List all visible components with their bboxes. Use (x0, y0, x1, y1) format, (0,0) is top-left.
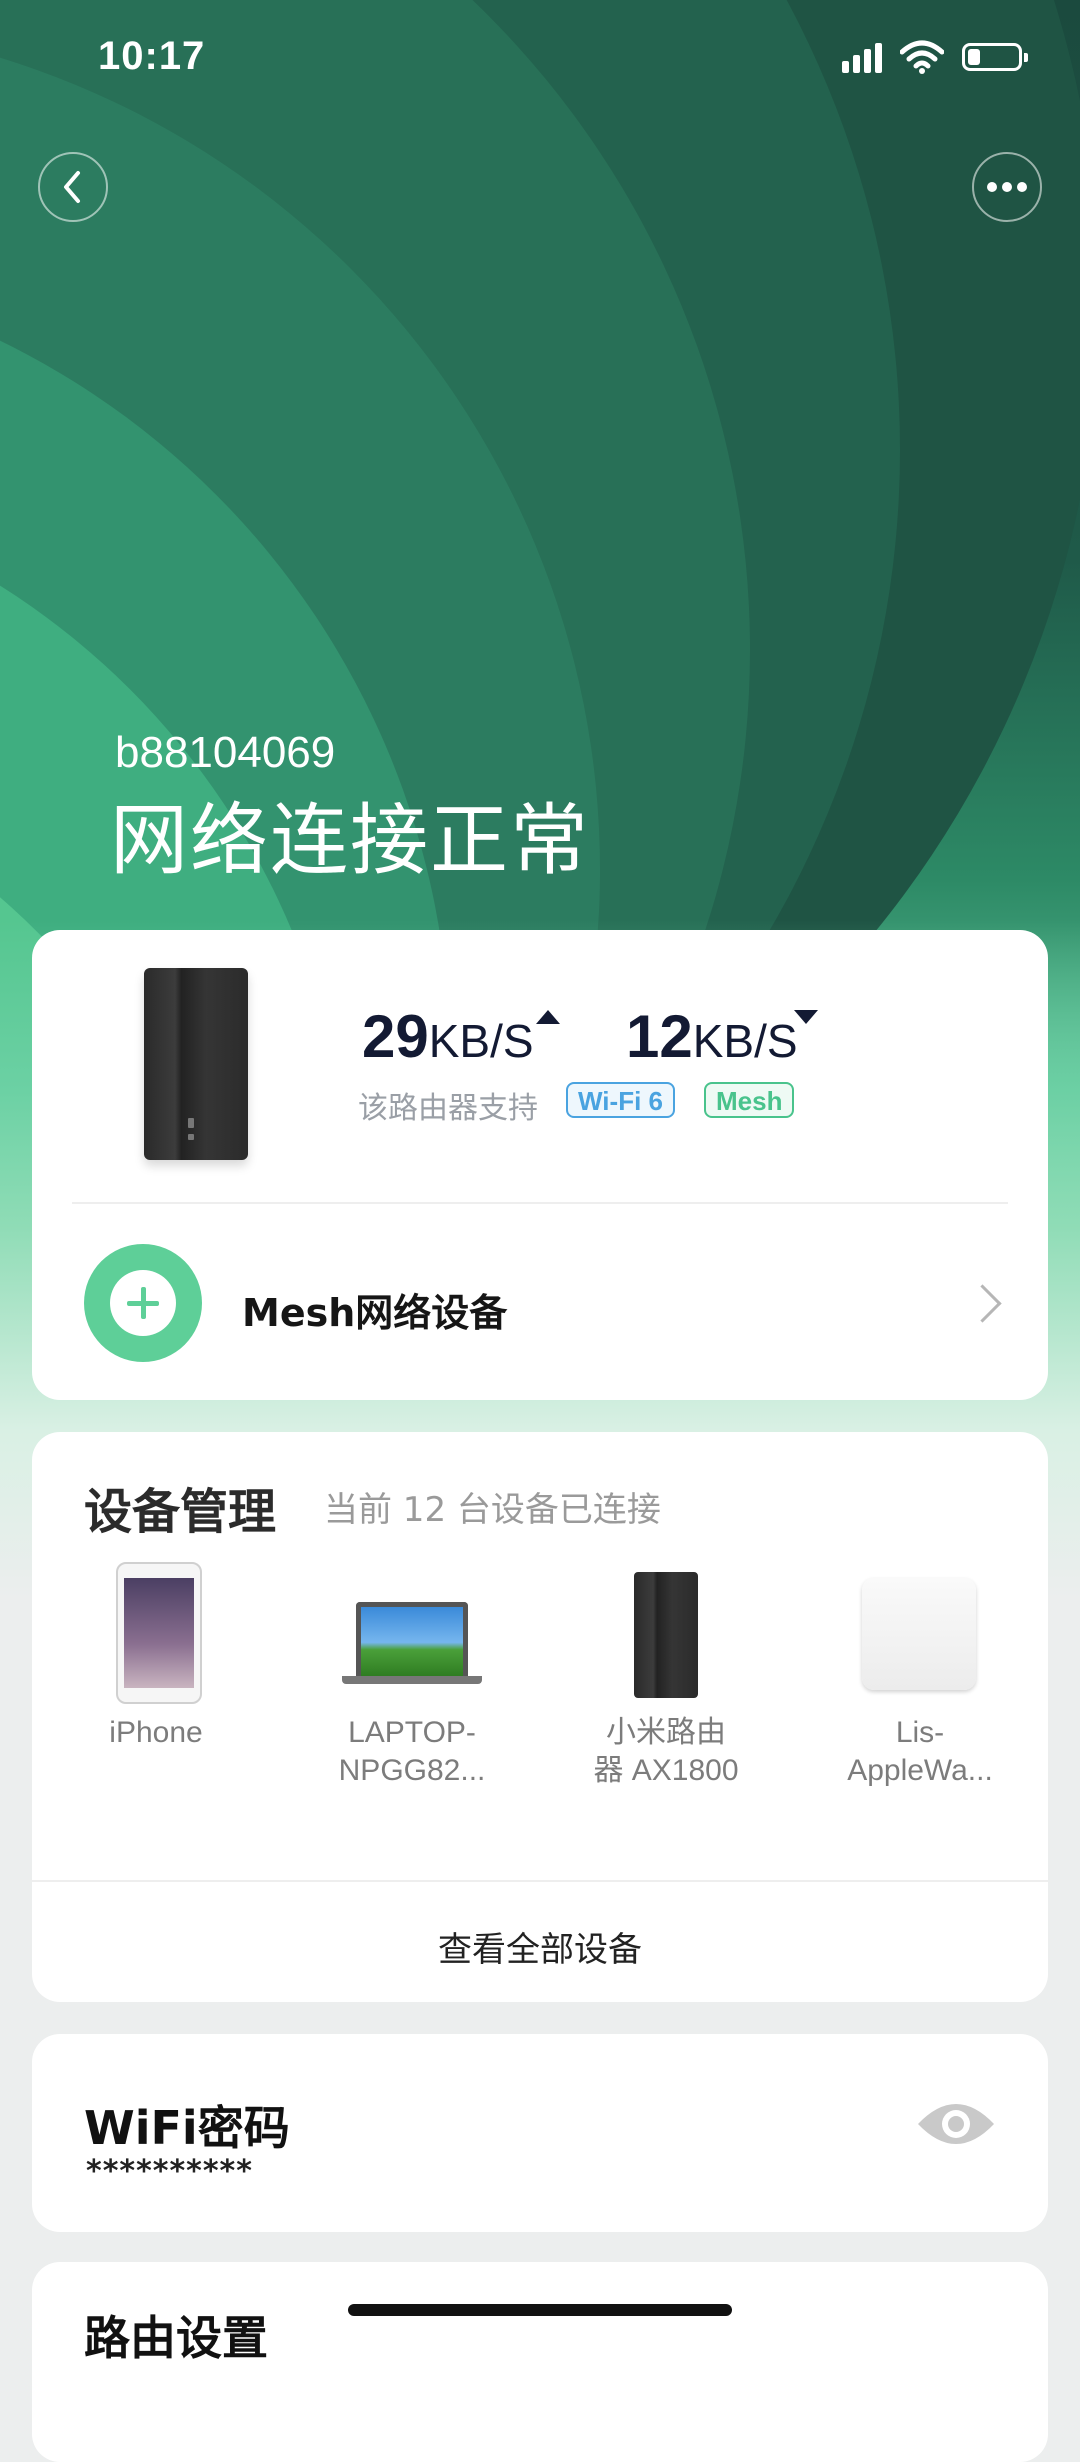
status-bar: 10:17 (0, 0, 1080, 120)
back-button[interactable] (38, 152, 108, 222)
upload-speed: 29KB/S (362, 1002, 534, 1071)
device-item[interactable]: iPhone (56, 1562, 256, 1752)
download-arrow-icon (794, 1010, 818, 1024)
device-label-line2: NPGG82... (338, 1754, 486, 1787)
chevron-right-icon (963, 1284, 1002, 1323)
apple-device-image (820, 1562, 1020, 1702)
device-count-label: 当前 12 台设备已连接 (324, 1490, 661, 1530)
signal-icon (842, 41, 882, 73)
download-speed-unit: KB/S (692, 1015, 798, 1067)
router-settings-card[interactable]: 路由设置 (32, 2262, 1048, 2462)
device-item[interactable]: Lis- AppleWa... (820, 1562, 1020, 1790)
router-device-image (566, 1562, 766, 1702)
mesh-badge: Mesh (704, 1082, 795, 1118)
wifi-password-title: WiFi密码 (84, 2101, 290, 2155)
battery-icon (962, 43, 1028, 71)
wifi6-badge: Wi-Fi 6 (566, 1082, 675, 1118)
iphone-image (56, 1562, 256, 1704)
device-label-line1: Lis- (895, 1716, 945, 1749)
connection-status-title: 网络连接正常 (110, 796, 591, 886)
network-name: b88104069 (115, 728, 336, 777)
home-indicator (348, 2304, 732, 2316)
more-button[interactable] (972, 152, 1042, 222)
upload-speed-value: 29 (362, 1003, 429, 1070)
device-item[interactable]: 小米路由 器 AX1800 (566, 1562, 766, 1790)
divider (72, 1202, 1008, 1204)
router-card: 29KB/S 12KB/S 该路由器支持 Wi-Fi 6 Mesh Mesh网络… (32, 930, 1048, 1400)
router-image (144, 968, 248, 1160)
wifi-password-card: WiFi密码 ********** (32, 2034, 1048, 2232)
device-label-line2: AppleWa... (847, 1754, 993, 1787)
device-label-line2: 器 AX1800 (593, 1754, 739, 1787)
laptop-image (312, 1562, 512, 1702)
view-all-devices-button[interactable]: 查看全部设备 (32, 1922, 1048, 1971)
support-label: 该路由器支持 (358, 1091, 538, 1126)
mesh-devices-row[interactable]: Mesh网络设备 (32, 1210, 1048, 1400)
router-settings-title: 路由设置 (84, 2311, 268, 2365)
add-mesh-icon (84, 1244, 202, 1362)
device-management-card: 设备管理 当前 12 台设备已连接 iPhone LAPTOP- NPGG82.… (32, 1432, 1048, 2002)
mesh-devices-label: Mesh网络设备 (242, 1291, 508, 1335)
device-label-line1: iPhone (109, 1716, 203, 1749)
upload-arrow-icon (536, 1010, 560, 1024)
wifi-password-value: ********** (86, 2154, 253, 2189)
divider (32, 1880, 1048, 1882)
eye-icon[interactable] (916, 2098, 996, 2150)
status-time: 10:17 (98, 34, 206, 78)
wifi-icon (900, 40, 944, 74)
device-item[interactable]: LAPTOP- NPGG82... (312, 1562, 512, 1790)
upload-speed-unit: KB/S (428, 1015, 534, 1067)
device-management-title: 设备管理 (84, 1484, 277, 1540)
device-label-line1: LAPTOP- (348, 1716, 476, 1749)
more-horizontal-icon (987, 182, 1027, 192)
download-speed-value: 12 (626, 1003, 693, 1070)
chevron-left-icon (64, 171, 80, 203)
download-speed: 12KB/S (626, 1002, 798, 1071)
device-label-line1: 小米路由 (606, 1716, 726, 1749)
